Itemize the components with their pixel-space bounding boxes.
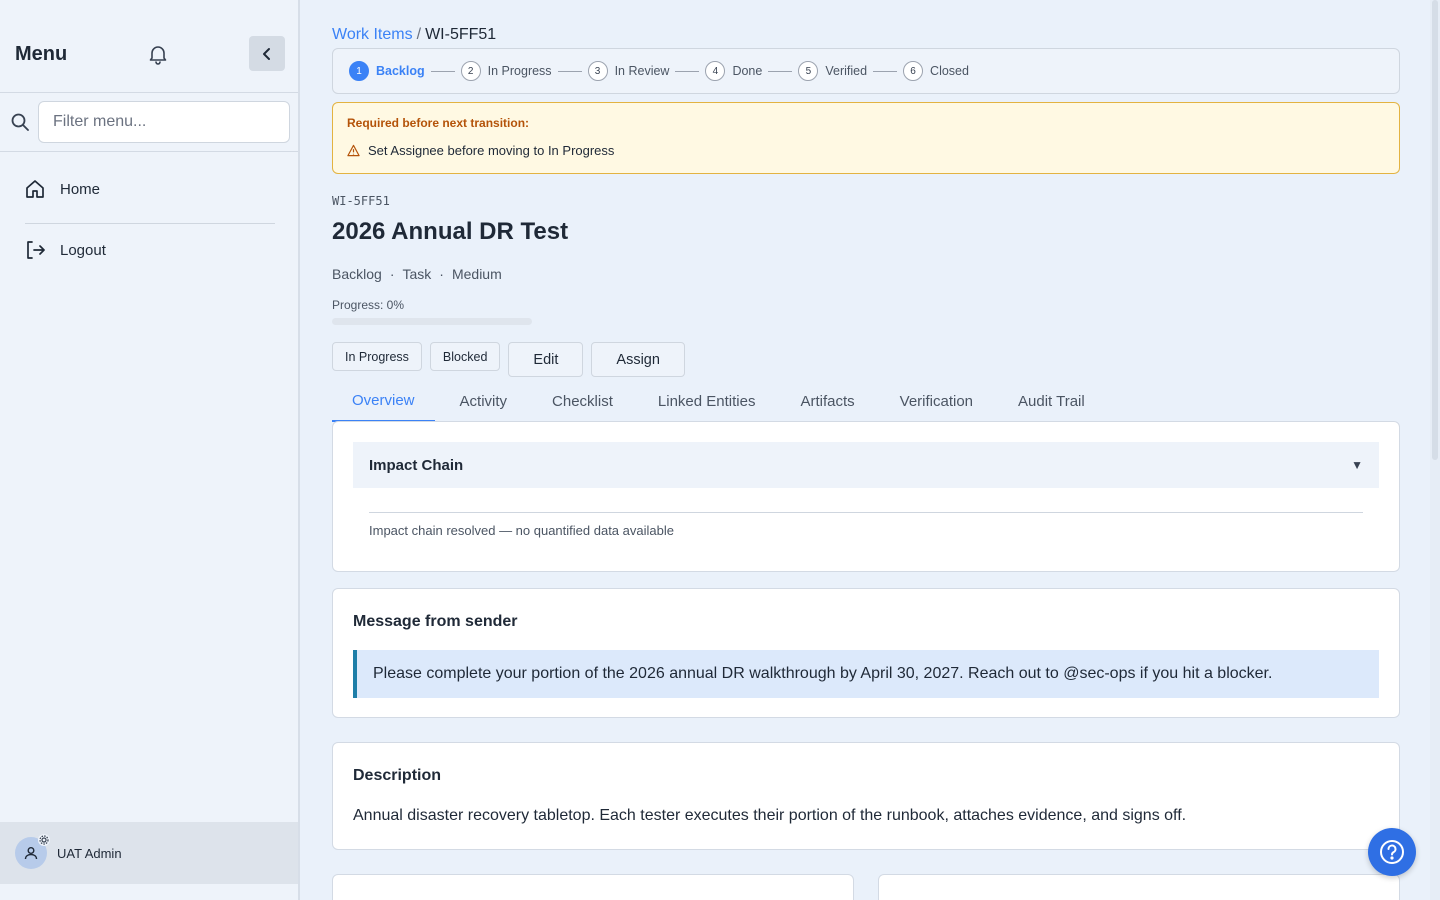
- transition-warning: Required before next transition: Set Ass…: [332, 102, 1400, 174]
- message-title: Message from sender: [353, 613, 518, 630]
- breadcrumb-current: WI-5FF51: [425, 26, 497, 43]
- step-in-progress[interactable]: 2 In Progress: [460, 61, 552, 81]
- assign-button[interactable]: Assign: [591, 342, 685, 377]
- step-in-review[interactable]: 3 In Review: [587, 61, 670, 81]
- sidebar-item-logout[interactable]: Logout: [24, 239, 106, 261]
- step-number: 3: [587, 61, 608, 81]
- warning-message: Set Assignee before moving to In Progres…: [368, 143, 615, 158]
- collapse-sidebar-button[interactable]: [249, 36, 285, 71]
- impact-chain-title: Impact Chain: [369, 456, 464, 474]
- step-label: In Progress: [487, 64, 552, 78]
- triangle-down-icon: ▼: [1351, 458, 1363, 472]
- sidebar-item-label: Logout: [60, 241, 106, 259]
- impact-chain-card: Impact Chain ▼ Impact chain resolved — n…: [332, 421, 1400, 572]
- step-label: Closed: [930, 64, 969, 78]
- status-stepper: 1 Backlog 2 In Progress 3 In Review 4 Do…: [332, 48, 1400, 94]
- edit-button[interactable]: Edit: [508, 342, 584, 377]
- progress-label: Progress: 0%: [332, 298, 405, 312]
- step-number: 2: [460, 61, 481, 81]
- tab-linked-entities[interactable]: Linked Entities: [638, 380, 776, 422]
- search-icon: [10, 112, 30, 132]
- meta-separator: ·: [439, 266, 444, 282]
- step-label: Verified: [825, 64, 868, 78]
- step-label: In Review: [614, 64, 670, 78]
- step-connector: [557, 70, 582, 72]
- sidebar-item-home[interactable]: Home: [24, 178, 100, 200]
- breadcrumb-separator: /: [416, 26, 422, 43]
- step-connector: [768, 70, 793, 72]
- impact-chain-text: Impact chain resolved — no quantified da…: [369, 523, 674, 538]
- blocked-button[interactable]: Blocked: [429, 342, 501, 371]
- user-icon: [24, 847, 38, 860]
- item-type: Task: [402, 266, 432, 282]
- user-profile[interactable]: UAT Admin: [0, 822, 298, 884]
- filter-menu-input[interactable]: [38, 101, 290, 143]
- description-title: Description: [353, 767, 442, 784]
- warning-icon: [347, 144, 360, 157]
- warning-title: Required before next transition:: [347, 116, 530, 130]
- help-icon: [1380, 840, 1404, 864]
- step-done[interactable]: 4 Done: [705, 61, 762, 81]
- chevron-left-icon: [263, 47, 270, 60]
- step-number: 1: [349, 61, 369, 81]
- step-backlog[interactable]: 1 Backlog: [349, 61, 425, 81]
- tab-bar: Overview Activity Checklist Linked Entit…: [332, 380, 1110, 422]
- step-label: Backlog: [376, 64, 425, 78]
- gear-icon: [38, 834, 50, 846]
- avatar: [15, 834, 50, 869]
- message-body: Please complete your portion of the 2026…: [353, 650, 1379, 698]
- logout-icon: [27, 241, 45, 259]
- item-meta: Backlog · Task · Medium: [332, 266, 502, 282]
- home-icon: [26, 180, 44, 198]
- step-number: 6: [903, 61, 924, 81]
- sidebar-divider: [25, 223, 275, 224]
- step-connector: [675, 70, 700, 72]
- step-connector: [430, 70, 455, 72]
- in-progress-button[interactable]: In Progress: [332, 342, 422, 371]
- breadcrumb: Work Items / WI-5FF51: [332, 26, 496, 44]
- step-label: Done: [732, 64, 763, 78]
- step-verified[interactable]: 5 Verified: [798, 61, 867, 81]
- tab-audit-trail[interactable]: Audit Trail: [998, 380, 1105, 422]
- tab-checklist[interactable]: Checklist: [532, 380, 633, 422]
- description-body: Annual disaster recovery tabletop. Each …: [353, 807, 1187, 824]
- help-button[interactable]: [1368, 828, 1416, 876]
- work-item-id: WI-5FF51: [332, 194, 390, 208]
- tab-artifacts[interactable]: Artifacts: [780, 380, 874, 422]
- sidebar-title: Menu: [15, 43, 68, 65]
- tab-overview[interactable]: Overview: [332, 380, 435, 422]
- bell-icon[interactable]: [146, 42, 170, 66]
- action-buttons: In Progress Blocked Edit Assign: [332, 342, 685, 377]
- message-card: Message from sender Please complete your…: [332, 588, 1400, 718]
- step-number: 4: [705, 61, 726, 81]
- item-priority: Medium: [451, 266, 502, 282]
- description-card: Description Annual disaster recovery tab…: [332, 742, 1400, 850]
- item-status: Backlog: [332, 266, 382, 282]
- tab-verification[interactable]: Verification: [880, 380, 993, 422]
- sidebar-item-label: Home: [60, 180, 101, 198]
- sidebar-header: Menu: [0, 0, 298, 93]
- user-name: UAT Admin: [57, 845, 122, 861]
- progress-bar: [332, 318, 532, 325]
- tab-activity[interactable]: Activity: [440, 380, 528, 422]
- step-number: 5: [798, 61, 819, 81]
- sidebar: Menu Home Logout UAT Admin: [0, 0, 300, 900]
- bottom-left-card: [332, 874, 854, 900]
- step-connector: [873, 70, 898, 72]
- step-closed[interactable]: 6 Closed: [903, 61, 969, 81]
- scrollbar-thumb[interactable]: [1432, 0, 1438, 460]
- sidebar-search: [0, 93, 298, 152]
- bottom-right-card: [878, 874, 1400, 900]
- warning-line: Set Assignee before moving to In Progres…: [347, 143, 614, 158]
- meta-separator: ·: [389, 266, 395, 282]
- breadcrumb-work-items-link[interactable]: Work Items: [332, 26, 413, 43]
- impact-divider: [369, 512, 1363, 513]
- impact-chain-toggle[interactable]: Impact Chain ▼: [353, 442, 1379, 488]
- page-title: 2026 Annual DR Test: [332, 218, 569, 245]
